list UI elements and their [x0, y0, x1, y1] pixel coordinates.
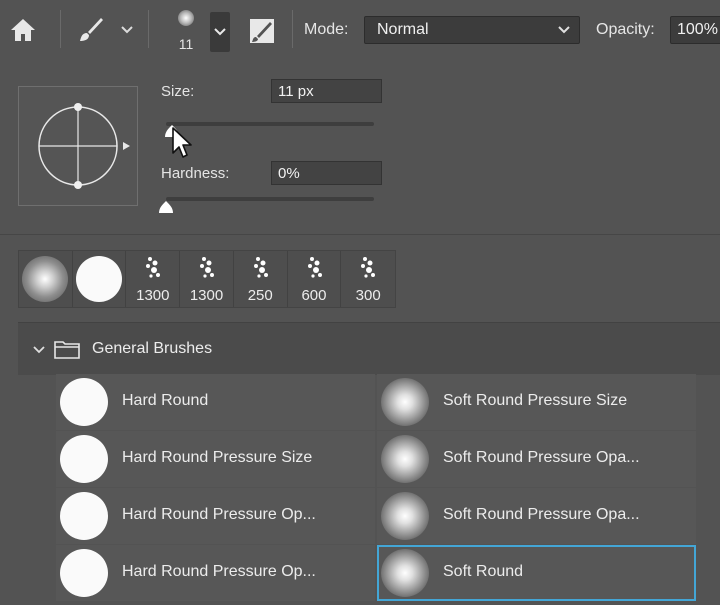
chevron-down-icon [558, 26, 570, 34]
recent-brush-size: 1300 [189, 287, 224, 304]
brush-row: Hard Round Pressure Op... Soft Round [56, 545, 696, 602]
soft-round-tip-icon [22, 256, 69, 302]
chevron-down-icon [214, 28, 226, 36]
recent-brush-tile[interactable]: 600 [288, 251, 342, 307]
brush-preset-name: Hard Round Pressure Op... [122, 563, 316, 580]
soft-round-tip-icon [381, 378, 429, 426]
chevron-down-icon[interactable] [118, 22, 136, 38]
recent-brushes: 1300 1300 250 600 300 [18, 250, 396, 308]
brush-presets-grid: Hard Round Soft Round Pressure Size Hard… [56, 374, 696, 605]
chevron-down-icon [33, 346, 45, 354]
brush-row: Hard Round Soft Round Pressure Size [56, 374, 696, 431]
hard-round-tip-icon [60, 378, 108, 426]
brush-preset-soft-round-pressure-opacity[interactable]: Soft Round Pressure Opa... [377, 431, 696, 487]
recent-brush-tile[interactable]: 1300 [180, 251, 234, 307]
brush-preset-panel: Size: 11 px Hardness: 0% 1300 1300 250 6… [0, 60, 720, 605]
brush-preset-name: Soft Round [443, 563, 524, 580]
hard-round-tip-icon [60, 435, 108, 483]
toolbar-divider [292, 10, 293, 48]
hard-round-tip-icon [60, 492, 108, 540]
options-bar: 11 Mode: Normal Opacity: 100% [0, 0, 720, 61]
brush-picker-toggle[interactable] [210, 12, 230, 52]
size-label: Size: [161, 83, 195, 100]
brush-tool-icon[interactable] [72, 14, 108, 46]
mouse-pointer-icon [170, 126, 196, 162]
spatter-tip-icon [253, 257, 268, 278]
soft-round-tip-icon [381, 492, 429, 540]
brush-group-title: General Brushes [92, 340, 213, 357]
soft-brush-tip-icon [178, 10, 194, 26]
recent-brush-size: 250 [247, 287, 273, 304]
recent-brush-tile[interactable] [19, 251, 73, 307]
folder-icon [54, 341, 80, 359]
brush-preset-hard-round[interactable]: Hard Round [56, 374, 375, 430]
brush-preset-hard-round-pressure-opacity-flow[interactable]: Hard Round Pressure Op... [56, 545, 375, 601]
spatter-tip-icon [307, 257, 322, 278]
brush-preset-name: Soft Round Pressure Size [443, 392, 628, 409]
brush-row: Hard Round Pressure Op... Soft Round Pre… [56, 488, 696, 545]
recent-brush-size: 300 [355, 287, 381, 304]
spatter-tip-icon [361, 257, 376, 278]
blend-mode-value: Normal [377, 21, 429, 38]
home-icon[interactable] [8, 16, 38, 44]
hard-round-tip-icon [76, 256, 123, 302]
brush-preset-hard-round-pressure-opacity[interactable]: Hard Round Pressure Op... [56, 488, 375, 544]
spatter-tip-icon [200, 257, 215, 278]
soft-round-tip-icon [381, 435, 429, 483]
hardness-field[interactable]: 0% [271, 161, 382, 185]
toolbar-divider [148, 10, 149, 48]
brush-preset-name: Soft Round Pressure Opa... [443, 449, 640, 466]
toolbar-divider [60, 10, 61, 48]
recent-brush-tile[interactable] [73, 251, 127, 307]
brush-preset-name: Soft Round Pressure Opa... [443, 506, 640, 523]
brush-settings-panel-icon[interactable] [246, 16, 278, 46]
brush-preset-soft-round-pressure-size[interactable]: Soft Round Pressure Size [377, 374, 696, 430]
brush-preset-soft-round[interactable]: Soft Round [377, 545, 696, 601]
opacity-label: Opacity: [596, 21, 655, 38]
size-slider-track[interactable] [166, 122, 374, 126]
mode-label: Mode: [304, 21, 349, 38]
recent-brush-size: 1300 [136, 287, 170, 304]
blend-mode-select[interactable]: Normal [364, 16, 580, 44]
brush-tip-crosshair-icon [38, 103, 130, 189]
brush-preset-name: Hard Round Pressure Size [122, 449, 313, 466]
brush-row: Hard Round Pressure Size Soft Round Pres… [56, 431, 696, 488]
recent-brush-tile[interactable]: 1300 [126, 251, 181, 307]
hard-round-tip-icon [60, 549, 108, 597]
brush-group-general[interactable]: General Brushes [18, 322, 720, 375]
brush-preset-picker[interactable]: 11 [168, 6, 204, 54]
brush-preset-hard-round-pressure-size[interactable]: Hard Round Pressure Size [56, 431, 375, 487]
brush-preset-name: Hard Round [122, 392, 209, 409]
opacity-field[interactable]: 100% [670, 16, 720, 44]
hardness-slider-track[interactable] [166, 197, 374, 201]
brush-angle-roundness-preview[interactable] [18, 86, 138, 206]
panel-divider [0, 234, 720, 235]
soft-round-tip-icon [381, 549, 429, 597]
size-field[interactable]: 11 px [271, 79, 382, 103]
brush-size-readout: 11 [178, 36, 194, 52]
hardness-label: Hardness: [161, 165, 230, 182]
opacity-value: 100% [677, 21, 718, 38]
recent-brush-tile[interactable]: 250 [234, 251, 288, 307]
recent-brush-tile[interactable]: 300 [341, 251, 395, 307]
brush-preset-soft-round-pressure-opacity-flow[interactable]: Soft Round Pressure Opa... [377, 488, 696, 544]
brush-preset-name: Hard Round Pressure Op... [122, 506, 316, 523]
spatter-tip-icon [146, 257, 161, 278]
recent-brush-size: 600 [301, 287, 327, 304]
